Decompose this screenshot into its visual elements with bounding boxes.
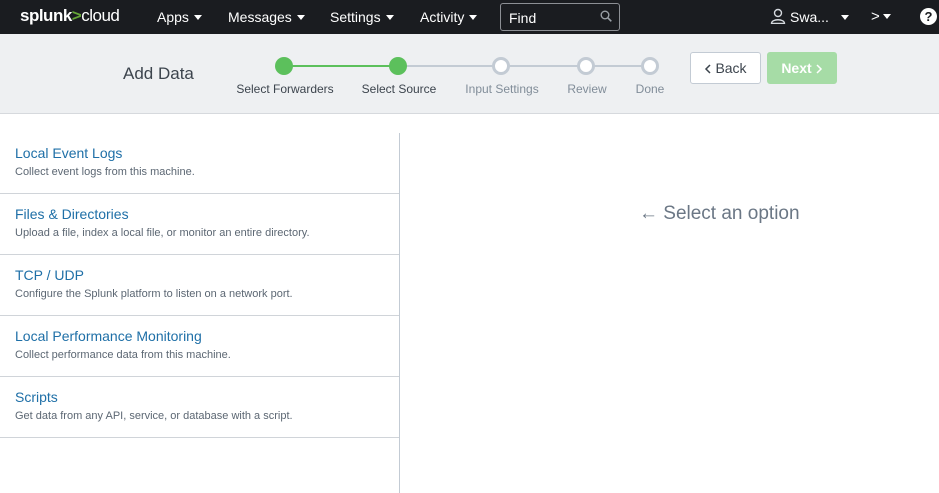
list-item-title[interactable]: Local Event Logs [15,145,122,161]
search-assistant-menu[interactable]: > [871,8,891,25]
back-button[interactable]: Back [690,52,761,84]
list-item-description: Upload a file, index a local file, or mo… [15,227,310,239]
next-button[interactable]: Next [767,52,837,84]
caret-down-icon [296,15,305,20]
list-item-local-event-logs[interactable]: Local Event Logs Collect event logs from… [0,133,399,194]
nav-menu-apps[interactable]: Apps [157,9,202,25]
chevron-left-icon [705,64,711,74]
list-item-title[interactable]: TCP / UDP [15,267,84,283]
page-title: Add Data [123,64,194,83]
step-dot-input-settings [492,57,510,75]
list-item-local-performance-monitoring[interactable]: Local Performance Monitoring Collect per… [0,316,399,377]
logo-text-cloud: cloud [81,6,120,25]
user-icon [770,8,786,24]
caret-down-icon [385,15,394,20]
nav-menu-label: Apps [157,9,189,25]
list-item-tcp-udp[interactable]: TCP / UDP Configure the Splunk platform … [0,255,399,316]
step-dot-review [577,57,595,75]
back-button-label: Back [715,60,747,76]
next-button-label: Next [781,60,812,76]
step-label-done: Done [635,82,665,96]
list-item-files-directories[interactable]: Files & Directories Upload a file, index… [0,194,399,255]
select-option-hint: ← Select an option [639,203,800,225]
list-item-description: Collect performance data from this machi… [15,349,231,361]
step-dot-done [641,57,659,75]
step-label-review: Review [567,82,607,96]
nav-menu-activity[interactable]: Activity [420,9,478,25]
user-menu[interactable]: Swa... [790,9,849,25]
logo-chevron: > [71,6,82,25]
list-item-description: Configure the Splunk platform to listen … [15,288,293,300]
chevron-right-icon [816,64,822,74]
search-placeholder: Find [509,10,537,26]
list-item-description: Get data from any API, service, or datab… [15,410,293,422]
list-item-description: Collect event logs from this machine. [15,166,195,178]
add-data-header: Add Data Select Forwarders Select Source… [0,34,939,114]
step-connector [284,65,398,67]
search-input[interactable]: Find [500,3,620,31]
step-label-input-settings: Input Settings [465,82,539,96]
caret-down-icon [193,15,202,20]
nav-menu-label: Messages [228,9,292,25]
list-item-title[interactable]: Local Performance Monitoring [15,328,202,344]
caret-down-icon [840,15,849,20]
prompt-glyph: > [871,8,880,25]
nav-menu-label: Activity [420,9,465,25]
arrow-left-icon: ← [639,203,658,224]
select-option-text: Select an option [663,203,800,224]
splunk-cloud-logo[interactable]: splunk>cloud [20,6,120,26]
caret-down-icon [882,14,891,19]
list-item-scripts[interactable]: Scripts Get data from any API, service, … [0,377,399,438]
step-label-select-source: Select Source [361,82,437,96]
caret-down-icon [469,15,478,20]
step-dot-select-forwarders [275,57,293,75]
logo-text-splunk: splunk [20,6,72,25]
list-item-title[interactable]: Files & Directories [15,206,129,222]
nav-menu-label: Settings [330,9,381,25]
step-connector [398,65,650,67]
nav-menu-messages[interactable]: Messages [228,9,305,25]
help-icon[interactable]: ? [920,8,937,25]
search-icon [600,10,612,22]
step-label-select-forwarders: Select Forwarders [236,82,334,96]
user-name: Swa... [790,9,829,25]
data-source-list: Local Event Logs Collect event logs from… [0,133,400,493]
nav-menu-settings[interactable]: Settings [330,9,394,25]
top-nav-bar: splunk>cloud Apps Messages Settings Acti… [0,0,939,34]
step-dot-select-source [389,57,407,75]
list-item-title[interactable]: Scripts [15,389,58,405]
